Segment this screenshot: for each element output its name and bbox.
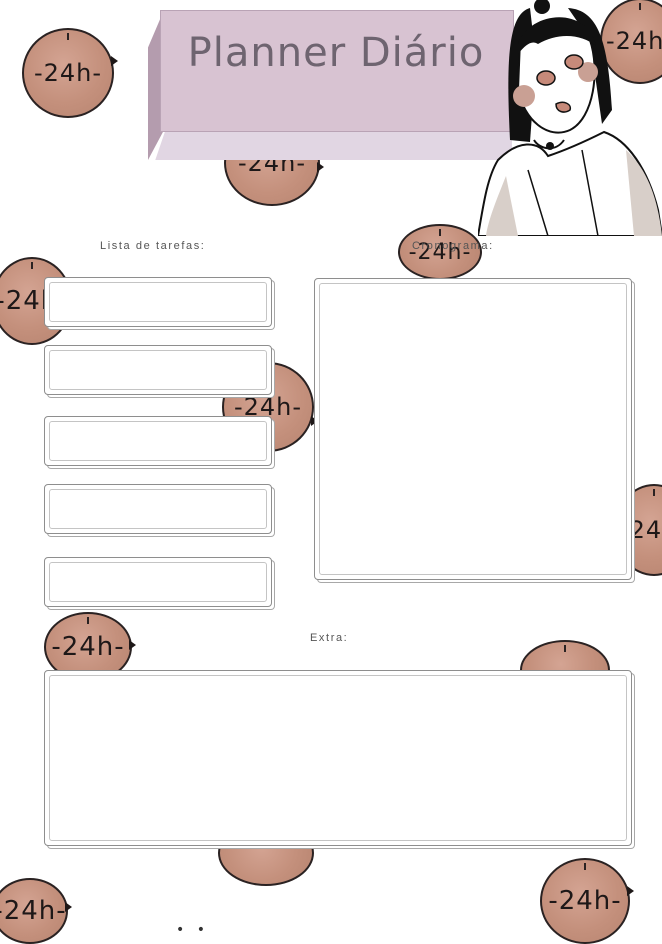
decorative-dots: • •: [176, 922, 209, 938]
task-box-5[interactable]: [44, 557, 272, 607]
task-box-2[interactable]: [44, 345, 272, 395]
clock-label: -24h-: [0, 896, 67, 926]
schedule-box[interactable]: [314, 278, 632, 580]
girl-illustration: [478, 0, 662, 236]
task-box-3[interactable]: [44, 416, 272, 466]
schedule-label: Cronograma:: [412, 240, 494, 252]
clock-icon: -24h-: [22, 28, 118, 118]
task-box-4[interactable]: [44, 484, 272, 534]
clock-label: -24h-: [33, 59, 103, 87]
clock-label: -24h-: [548, 886, 622, 916]
clock-icon: -24h-: [540, 858, 634, 944]
clock-icon: -24h-: [0, 878, 72, 944]
tasks-label: Lista de tarefas:: [100, 240, 206, 252]
clock-label: -24h-: [51, 632, 125, 662]
page-title: Planner Diário: [187, 30, 485, 76]
clock-icon: -24h-: [398, 224, 482, 280]
extra-label: Extra:: [310, 632, 349, 644]
task-box-1[interactable]: [44, 277, 272, 327]
extra-box[interactable]: [44, 670, 632, 846]
title-block-bottom: [155, 128, 512, 160]
